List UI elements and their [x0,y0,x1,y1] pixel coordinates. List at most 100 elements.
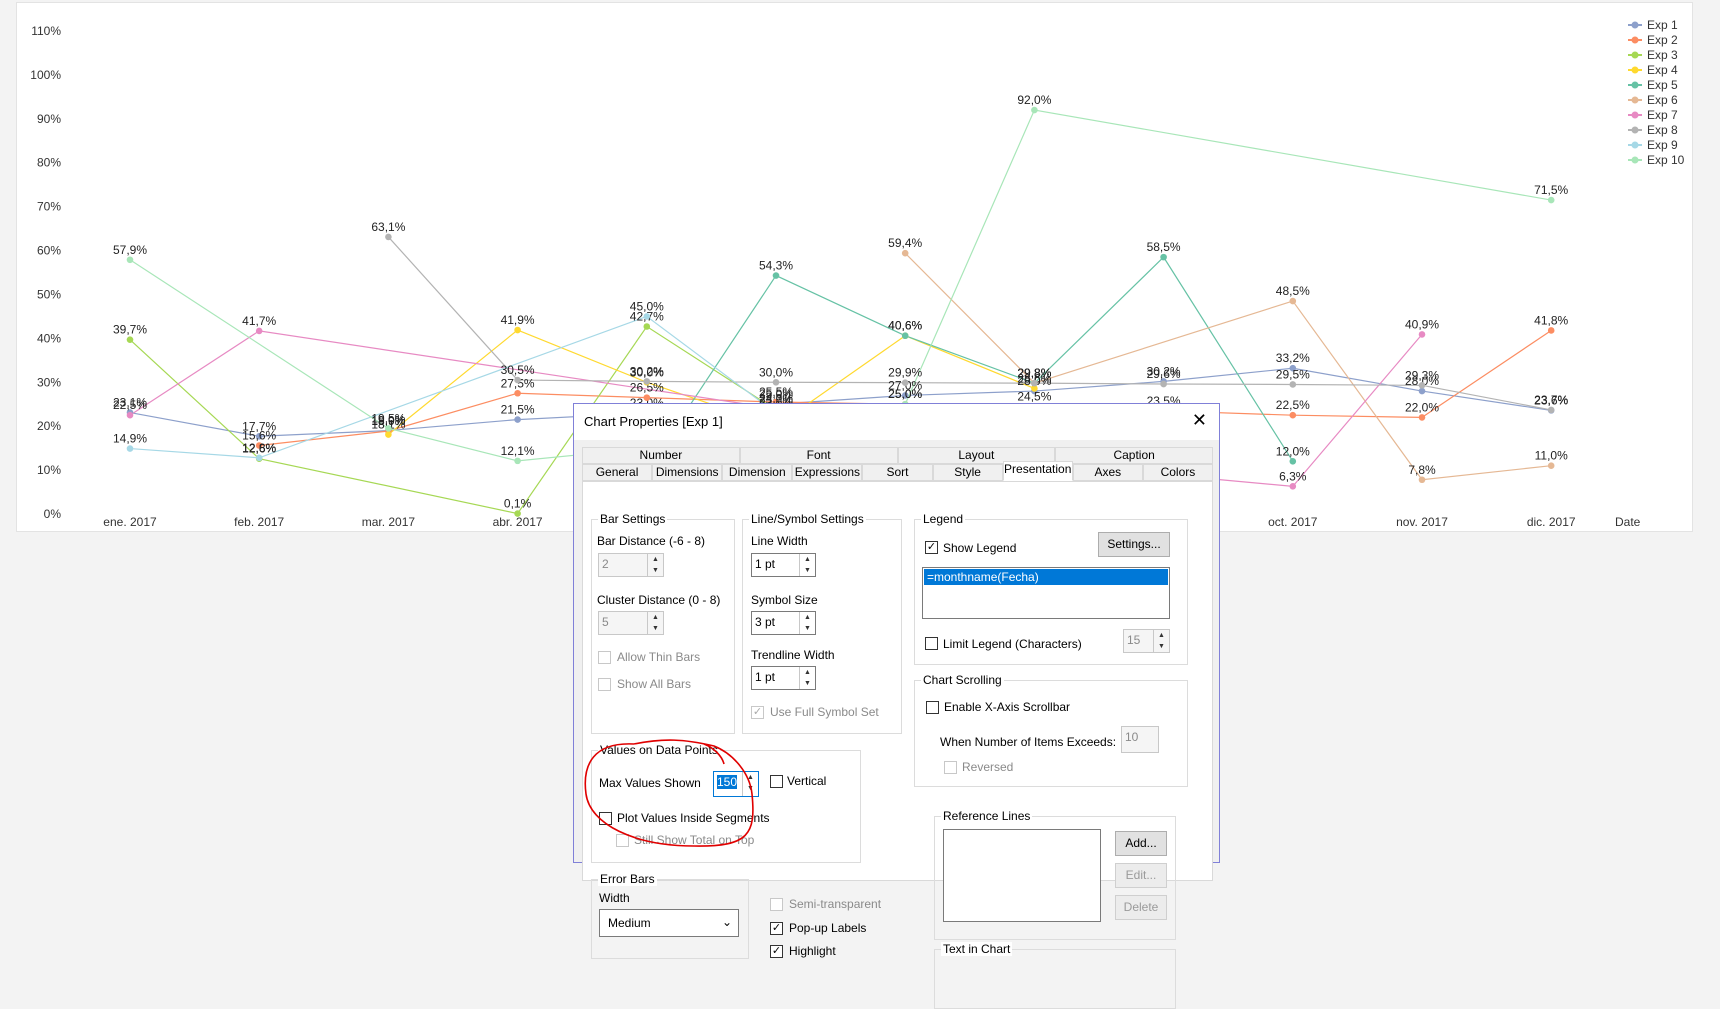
y-tick-label: 0% [44,507,62,521]
tab-caption[interactable]: Caption [1055,447,1213,464]
chart-properties-dialog: Chart Properties [Exp 1] ✕ Number Font Lay… [573,403,1220,1009]
data-label: 58,5% [1147,240,1181,254]
limit-legend-input[interactable]: 15 ▲ ▼ [1123,629,1170,653]
data-point [255,327,263,335]
data-point [772,272,780,279]
y-tick-label: 80% [37,156,61,170]
group-title: Bar Settings [598,512,668,526]
bar-distance-input[interactable]: 2 ▲ ▼ [598,553,664,577]
enable-scrollbar-label: Enable X-Axis Scrollbar [944,700,1071,714]
legend-marker [1631,126,1639,134]
show-legend-checkbox[interactable]: ✓ [925,541,938,554]
add-reference-line-button[interactable]: Add... [1115,831,1167,856]
popup-labels-checkbox[interactable]: ✓ [770,922,783,935]
show-all-bars-label: Show All Bars [617,677,692,691]
legend-settings-button[interactable]: Settings... [1098,532,1170,557]
tab-colors[interactable]: Colors [1142,464,1213,481]
delete-reference-line-button[interactable]: Delete [1115,895,1167,920]
data-label: 14,9% [113,432,147,446]
data-label: 33,2% [1276,351,1310,365]
legend-label: Exp 4 [1647,63,1678,77]
reversed-checkbox[interactable] [944,761,957,774]
dialog-titlebar[interactable]: Chart Properties [Exp 1] ✕ [574,404,1219,440]
data-label: 12,8% [242,441,276,455]
show-all-bars-checkbox[interactable] [598,678,611,691]
x-tick-label: feb. 2017 [234,515,284,529]
semi-transparent-checkbox[interactable] [770,898,783,911]
data-point [643,378,651,385]
x-tick-label: mar. 2017 [362,515,416,529]
close-icon[interactable]: ✕ [1192,410,1207,431]
data-label: 25,0% [888,387,922,401]
tab-sort[interactable]: Sort [862,464,933,481]
group-title: Error Bars [598,872,657,886]
tab-axes[interactable]: Axes [1072,464,1143,481]
data-point [1418,414,1426,421]
y-tick-label: 100% [30,68,61,82]
error-width-select[interactable]: Medium ⌄ [599,909,739,937]
use-full-symbol-set-checkbox[interactable]: ✓ [751,706,764,719]
data-label: 23,7% [1534,393,1568,407]
data-label: 6,3% [1279,469,1307,483]
data-point [126,445,134,452]
data-label: 30,0% [759,365,793,379]
x-tick-label: nov. 2017 [1396,515,1448,529]
symbol-size-input[interactable]: 3 pt ▲ ▼ [751,611,816,635]
symbol-size-label: Symbol Size [751,593,818,607]
x-tick-label: dic. 2017 [1527,515,1576,529]
data-label: 29,9% [888,366,922,380]
tab-expressions[interactable]: Expressions [792,464,863,481]
line-width-input[interactable]: 1 pt ▲ ▼ [751,553,816,577]
data-label: 71,5% [1534,183,1568,197]
data-point [1547,327,1555,334]
tab-dimensions[interactable]: Dimensions [652,464,723,481]
x-axis-label: Date [1615,515,1641,529]
data-label: 41,7% [242,314,276,328]
tab-general[interactable]: General [582,464,653,481]
data-point [1418,331,1426,338]
y-tick-label: 70% [37,200,61,214]
data-point [1418,476,1426,484]
legend-list[interactable]: =monthname(Fecha) [922,567,1170,619]
exceeds-input[interactable]: 10 [1121,726,1159,753]
legend-label: Exp 3 [1647,48,1678,62]
limit-legend-checkbox[interactable] [925,637,938,650]
data-label: 48,5% [1276,284,1310,298]
tab-dimension-limits[interactable]: Dimension Limits [722,464,793,494]
tab-style[interactable]: Style [932,464,1003,481]
bar-distance-label: Bar Distance (-6 - 8) [597,534,706,548]
trendline-width-input[interactable]: 1 pt ▲ ▼ [751,666,816,690]
data-point [1547,406,1555,414]
data-point [126,336,134,343]
legend-marker [1631,141,1639,149]
data-point [255,454,263,462]
when-exceeds-label: When Number of Items Exceeds: [940,735,1117,749]
x-tick-label: ene. 2017 [103,515,157,529]
data-label: 11,0% [1535,449,1568,463]
group-title: Reference Lines [941,809,1033,823]
text-in-chart-group: Text in Chart [934,942,1176,1009]
edit-reference-line-button[interactable]: Edit... [1115,863,1167,888]
data-point [126,411,134,419]
cluster-distance-input[interactable]: 5 ▲ ▼ [598,611,664,635]
allow-thin-bars-checkbox[interactable] [598,651,611,664]
data-label: 12,1% [501,444,535,458]
x-tick-label: abr. 2017 [493,515,543,529]
legend-list-item[interactable]: =monthname(Fecha) [924,569,1168,585]
data-point [514,389,521,397]
data-point [514,457,521,465]
tab-presentation[interactable]: Presentation [1002,461,1073,481]
limit-legend-label: Limit Legend (Characters) [943,637,1082,651]
data-point [1418,387,1426,395]
data-point [514,326,521,334]
data-point [1547,196,1555,204]
data-point [1031,106,1038,114]
show-legend-label: Show Legend [943,541,1017,555]
tab-number[interactable]: Number [582,447,740,464]
tab-font[interactable]: Font [739,447,898,464]
reference-lines-list[interactable] [943,829,1101,922]
enable-scrollbar-checkbox[interactable] [926,701,939,714]
legend-marker [1631,51,1639,59]
data-point [901,379,909,387]
highlight-checkbox[interactable]: ✓ [770,945,783,958]
